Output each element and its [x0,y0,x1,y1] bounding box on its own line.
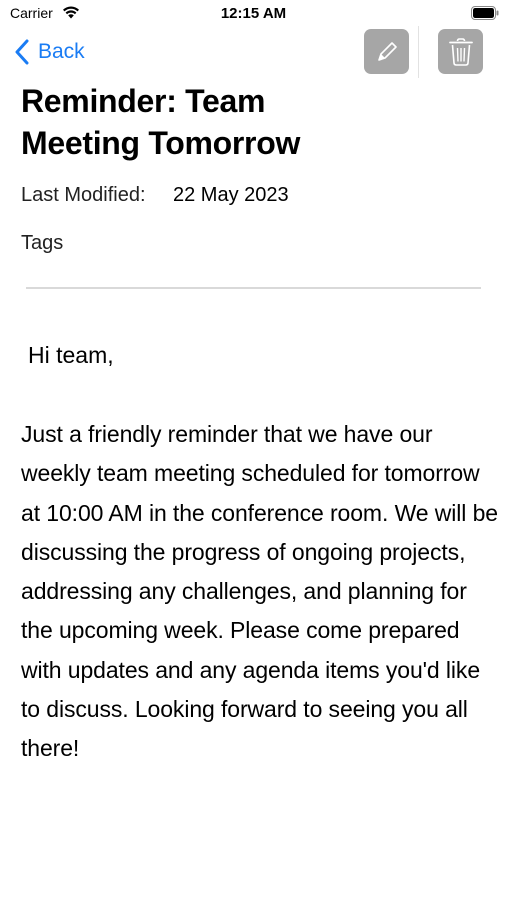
chevron-left-icon [15,39,29,65]
status-time: 12:15 AM [220,5,287,22]
toolbar-divider [418,26,419,78]
edit-button[interactable] [364,29,409,74]
divider [26,287,481,289]
note-title: Reminder: Team Meeting Tomorrow [21,83,301,161]
tags-label[interactable]: Tags [21,232,63,255]
battery-icon [471,6,499,20]
note-greeting: Hi team, [28,342,114,368]
back-button-label: Back [38,40,85,63]
last-modified-value: 22 May 2023 [173,184,289,206]
last-modified-label: Last Modified: [21,184,146,206]
trash-icon [448,37,473,66]
note-body: Just a friendly reminder that we have ou… [21,421,498,762]
status-bar: Carrier 12:15 AM [0,0,507,28]
delete-button[interactable] [438,29,483,74]
back-button[interactable]: Back [14,36,85,68]
pencil-icon [377,41,397,61]
